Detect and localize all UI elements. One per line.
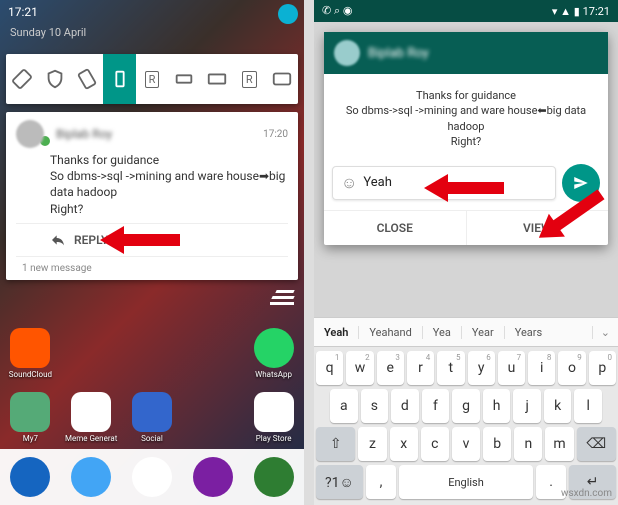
whatsapp-status-icon: ✆ — [322, 4, 331, 17]
suggestion[interactable]: Yeah — [314, 326, 358, 339]
key-shift[interactable]: ⇧ — [316, 427, 355, 461]
app-social[interactable]: Social — [122, 392, 183, 443]
key-e[interactable]: e3 — [377, 351, 404, 385]
sender-avatar-icon — [16, 120, 44, 148]
key-comma[interactable]: , — [366, 465, 396, 499]
record-status-icon: ◉ — [343, 4, 353, 17]
phone-right-quick-reply: ✆ ⌕ ◉ ▾ ▲ ▮ 17:21 Biplab Roy Thanks for … — [314, 0, 618, 505]
keyboard-area: Yeah Yeahand Yea Year Years ⌄ q1w2e3r4t5… — [314, 317, 618, 505]
shield-icon[interactable] — [38, 68, 70, 90]
portrait-r-icon[interactable]: R — [136, 71, 168, 88]
keyboard: q1w2e3r4t5y6u7i8o9p0 asdfghjkl ⇧ zxcvbnm… — [314, 347, 618, 505]
reply-icon — [50, 232, 66, 248]
status-bar: ✆ ⌕ ◉ ▾ ▲ ▮ 17:21 — [314, 0, 618, 22]
key-a[interactable]: a — [330, 389, 358, 423]
key-n[interactable]: n — [514, 427, 542, 461]
key-l[interactable]: l — [574, 389, 602, 423]
key-u[interactable]: u7 — [498, 351, 525, 385]
signal-icon: ▲ — [560, 5, 571, 18]
portrait-lock-icon[interactable] — [103, 54, 135, 104]
landscape-r-icon[interactable]: R — [233, 71, 265, 88]
status-time: 17:21 — [8, 5, 38, 19]
app-soundcloud[interactable]: SoundCloud — [0, 328, 61, 379]
suggestion[interactable]: Years — [504, 326, 552, 339]
emoji-icon[interactable]: ☺ — [341, 173, 357, 193]
rotation-icon[interactable] — [6, 68, 38, 90]
app-play-store[interactable]: Play Store — [243, 392, 304, 443]
annotation-arrow-input — [424, 168, 504, 208]
key-y[interactable]: y6 — [468, 351, 495, 385]
key-s[interactable]: s — [361, 389, 389, 423]
app-meme-generator[interactable]: Meme Generat — [61, 392, 122, 443]
key-d[interactable]: d — [391, 389, 419, 423]
key-v[interactable]: v — [452, 427, 480, 461]
landscape-icon[interactable] — [168, 68, 200, 90]
dock-drawer-icon[interactable] — [132, 457, 172, 497]
key-b[interactable]: b — [483, 427, 511, 461]
status-date: Sunday 10 April — [10, 26, 86, 39]
sender-name: Biplab Roy — [56, 127, 112, 141]
annotation-arrow-reply — [100, 220, 180, 260]
key-space[interactable]: English — [399, 465, 533, 499]
suggestion[interactable]: Yeahand — [358, 326, 421, 339]
dock-contacts-icon[interactable] — [71, 457, 111, 497]
popup-header: Biplab Roy — [324, 32, 608, 74]
dock — [0, 449, 304, 505]
status-left-icons: ✆ ⌕ ◉ — [322, 4, 352, 18]
status-bar: 17:21 ▾ ▮ — [0, 0, 304, 24]
close-button[interactable]: CLOSE — [324, 211, 466, 245]
search-status-icon: ⌕ — [334, 4, 340, 17]
app-whatsapp[interactable]: WhatsApp — [243, 328, 304, 379]
key-x[interactable]: x — [390, 427, 418, 461]
key-z[interactable]: z — [358, 427, 386, 461]
key-r[interactable]: r4 — [407, 351, 434, 385]
quick-settings-row: R R — [6, 54, 298, 104]
key-q[interactable]: q1 — [316, 351, 343, 385]
notification-body: Thanks for guidance So dbms->sql ->minin… — [50, 152, 288, 217]
app-my7[interactable]: My7 — [0, 392, 61, 443]
key-g[interactable]: g — [452, 389, 480, 423]
battery-icon: ▮ — [574, 5, 580, 18]
key-m[interactable]: m — [545, 427, 573, 461]
rotation-unlock-icon[interactable] — [71, 68, 103, 90]
user-avatar-icon[interactable] — [278, 4, 298, 24]
home-app-row-1: SoundCloud WhatsApp — [0, 328, 304, 379]
watermark: wsxdn.com — [561, 488, 612, 499]
key-h[interactable]: h — [483, 389, 511, 423]
menu-icon[interactable] — [270, 290, 294, 305]
key-w[interactable]: w2 — [346, 351, 373, 385]
status-time: 17:21 — [583, 5, 610, 18]
key-k[interactable]: k — [544, 389, 572, 423]
notification-timestamp: 17:20 — [263, 129, 288, 140]
key-backspace[interactable]: ⌫ — [577, 427, 616, 461]
key-t[interactable]: t5 — [437, 351, 464, 385]
phone-left-notification-shade: 17:21 ▾ ▮ Sunday 10 April R R Biplab Roy… — [0, 0, 304, 505]
suggestion-bar: Yeah Yeahand Yea Year Years ⌄ — [314, 317, 618, 347]
chevron-down-icon[interactable]: ⌄ — [592, 326, 618, 339]
popup-message-body: Thanks for guidance So dbms->sql ->minin… — [324, 74, 608, 160]
suggestion[interactable]: Year — [461, 326, 504, 339]
sender-name: Biplab Roy — [368, 46, 429, 61]
dock-phone-icon[interactable] — [10, 457, 50, 497]
tablet-icon[interactable] — [266, 68, 298, 90]
key-i[interactable]: i8 — [528, 351, 555, 385]
key-symbols[interactable]: ?1☺ — [316, 465, 363, 499]
key-o[interactable]: o9 — [558, 351, 585, 385]
home-app-row-2: My7 Meme Generat Social Play Store — [0, 392, 304, 443]
key-j[interactable]: j — [513, 389, 541, 423]
sender-avatar-icon — [334, 40, 360, 66]
landscape-alt-icon[interactable] — [201, 68, 233, 90]
key-p[interactable]: p0 — [589, 351, 616, 385]
dock-browser-icon[interactable] — [254, 457, 294, 497]
dock-messages-icon[interactable] — [193, 457, 233, 497]
suggestion[interactable]: Yea — [422, 326, 461, 339]
wifi-icon: ▾ — [552, 5, 558, 18]
key-c[interactable]: c — [421, 427, 449, 461]
key-f[interactable]: f — [422, 389, 450, 423]
